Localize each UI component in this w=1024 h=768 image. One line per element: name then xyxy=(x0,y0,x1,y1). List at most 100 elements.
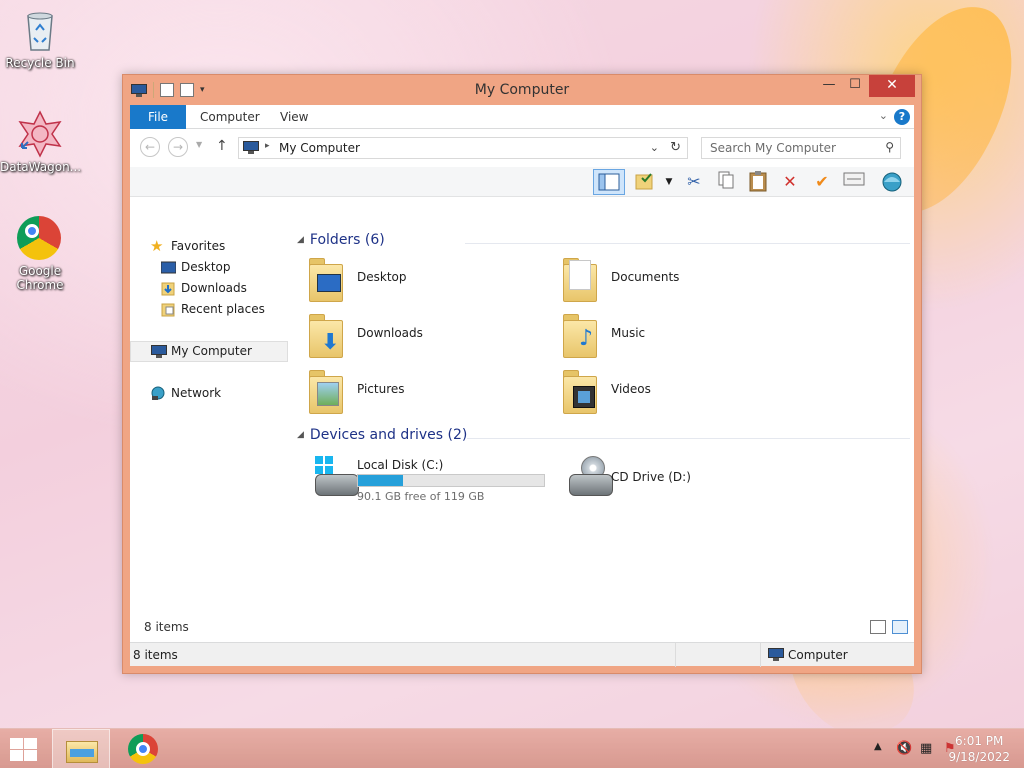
navigation-pane: ★ Favorites Desktop Downloads Recent pla… xyxy=(130,228,288,638)
search-icon[interactable]: ⚲ xyxy=(885,140,894,154)
folders-group-header[interactable]: ◢ Folders (6) xyxy=(297,232,910,252)
volume-muted-icon[interactable]: 🔇 xyxy=(896,741,912,756)
nav-item-label: Downloads xyxy=(181,281,247,295)
nav-item-my-computer[interactable]: My Computer xyxy=(130,341,288,362)
title-bar[interactable]: ▾ My Computer — ☐ ✕ xyxy=(123,75,921,105)
chrome-icon xyxy=(128,734,158,764)
desktop-icon-google-chrome[interactable]: Google Chrome xyxy=(0,216,80,292)
folder-tile-music[interactable]: ♪ Music xyxy=(549,310,799,362)
nav-item-recent-places[interactable]: Recent places xyxy=(130,299,288,320)
paste-icon[interactable] xyxy=(746,170,770,194)
folder-name: Desktop xyxy=(357,270,407,284)
forward-button[interactable]: → xyxy=(168,137,188,157)
drive-usage-bar xyxy=(357,474,545,487)
cut-icon[interactable]: ✂ xyxy=(682,170,706,194)
minimize-button[interactable]: — xyxy=(815,75,843,97)
datawagon-icon xyxy=(16,110,64,158)
large-icons-view-icon[interactable] xyxy=(892,620,908,634)
start-button[interactable] xyxy=(8,737,38,761)
desktop-icon-datawagon[interactable]: DataWagon... xyxy=(0,110,81,174)
delete-icon[interactable]: ✕ xyxy=(778,170,802,194)
clock-date: 9/18/2022 xyxy=(948,750,1010,764)
folder-name: Documents xyxy=(611,270,680,284)
desktop-icon-label: Recycle Bin xyxy=(5,56,75,70)
collapse-triangle-icon[interactable]: ◢ xyxy=(297,430,304,440)
music-folder-icon: ♪ xyxy=(561,312,601,358)
nav-item-network[interactable]: Network xyxy=(130,383,288,404)
folder-name: Videos xyxy=(611,382,651,396)
nav-item-label: Network xyxy=(171,386,222,400)
divider xyxy=(760,643,761,667)
desktop-icon xyxy=(160,260,177,275)
clock[interactable]: 6:01 PM 9/18/2022 xyxy=(948,733,1010,765)
folder-tile-videos[interactable]: Videos xyxy=(549,366,799,418)
copy-icon[interactable] xyxy=(714,170,738,194)
network-icon[interactable]: ▦ xyxy=(920,741,932,756)
folder-tile-desktop[interactable]: Desktop xyxy=(295,254,545,306)
network-icon xyxy=(150,386,165,401)
expand-ribbon-icon[interactable]: ⌄ xyxy=(879,109,888,122)
computer-icon xyxy=(243,141,259,154)
recycle-bin-icon xyxy=(16,6,64,54)
file-explorer-icon xyxy=(66,737,98,763)
breadcrumb-arrow-icon[interactable]: ▸ xyxy=(265,141,270,151)
details-view-icon[interactable] xyxy=(870,620,886,634)
folder-tile-documents[interactable]: Documents xyxy=(549,254,799,306)
preview-pane-button[interactable] xyxy=(593,169,625,195)
folder-name: Pictures xyxy=(357,382,405,396)
folder-name: Music xyxy=(611,326,646,340)
properties-toolbar-icon[interactable] xyxy=(842,170,866,194)
network-shell-icon[interactable] xyxy=(880,170,904,194)
explorer-window: ▾ My Computer — ☐ ✕ File Computer View ⌄… xyxy=(122,74,922,674)
nav-item-downloads[interactable]: Downloads xyxy=(130,278,288,299)
drive-name: CD Drive (D:) xyxy=(611,470,691,484)
pictures-folder-icon xyxy=(307,368,347,414)
nav-item-label: Desktop xyxy=(181,260,231,274)
folder-tile-pictures[interactable]: Pictures xyxy=(295,366,545,418)
desktop-icon-recycle-bin[interactable]: Recycle Bin xyxy=(0,6,80,70)
ribbon-tabs: File Computer View ⌄ ? xyxy=(130,105,914,129)
address-dropdown-icon[interactable]: ⌄ xyxy=(650,141,659,154)
folder-tile-downloads[interactable]: ⬇ Downloads xyxy=(295,310,545,362)
up-button[interactable]: ↑ xyxy=(216,138,228,154)
cd-drive-icon xyxy=(561,456,613,502)
tab-file[interactable]: File xyxy=(130,105,186,129)
folder-name: Downloads xyxy=(357,326,423,340)
help-icon[interactable]: ? xyxy=(894,109,910,125)
taskbar: ▲ 🔇 ▦ ⚑ 6:01 PM 9/18/2022 xyxy=(0,728,1024,768)
divider xyxy=(465,243,910,244)
drive-tile-local-disk[interactable]: Local Disk (C:) 90.1 GB free of 119 GB xyxy=(295,454,545,506)
view-switcher xyxy=(870,620,908,634)
tab-computer[interactable]: Computer xyxy=(200,105,260,129)
documents-folder-icon xyxy=(561,256,601,302)
drive-tile-cd-drive[interactable]: CD Drive (D:) xyxy=(549,454,799,506)
close-button[interactable]: ✕ xyxy=(869,75,915,97)
recent-locations-icon[interactable]: ▼ xyxy=(196,140,202,149)
group-title: Devices and drives (2) xyxy=(309,427,468,443)
downloads-icon xyxy=(161,281,176,296)
hard-drive-icon xyxy=(307,456,359,502)
options-dropdown-icon[interactable]: ▼ xyxy=(657,170,681,194)
status-location: Computer xyxy=(788,648,848,662)
show-hidden-icons[interactable]: ▲ xyxy=(874,741,882,752)
taskbar-chrome[interactable] xyxy=(114,729,172,768)
maximize-button[interactable]: ☐ xyxy=(841,75,869,97)
devices-group-header[interactable]: ◢ Devices and drives (2) xyxy=(297,427,910,447)
nav-item-desktop[interactable]: Desktop xyxy=(130,257,288,278)
computer-icon xyxy=(151,345,167,360)
taskbar-file-explorer[interactable] xyxy=(52,729,110,768)
back-button[interactable]: ← xyxy=(140,137,160,157)
address-field[interactable]: ▸ My Computer ⌄ ↻ xyxy=(238,137,688,159)
nav-item-label: Recent places xyxy=(181,302,265,316)
select-folder-icon[interactable] xyxy=(633,170,657,194)
refresh-icon[interactable]: ↻ xyxy=(670,140,681,155)
collapse-triangle-icon[interactable]: ◢ xyxy=(297,235,304,245)
windows-logo-icon xyxy=(315,456,333,474)
tab-view[interactable]: View xyxy=(280,105,308,129)
search-input[interactable]: Search My Computer ⚲ xyxy=(701,137,901,159)
rename-icon[interactable]: ✔ xyxy=(810,170,834,194)
computer-icon xyxy=(768,648,784,661)
desktop-folder-icon xyxy=(307,256,347,302)
nav-item-favorites[interactable]: ★ Favorites xyxy=(130,236,288,257)
downloads-folder-icon: ⬇ xyxy=(307,312,347,358)
